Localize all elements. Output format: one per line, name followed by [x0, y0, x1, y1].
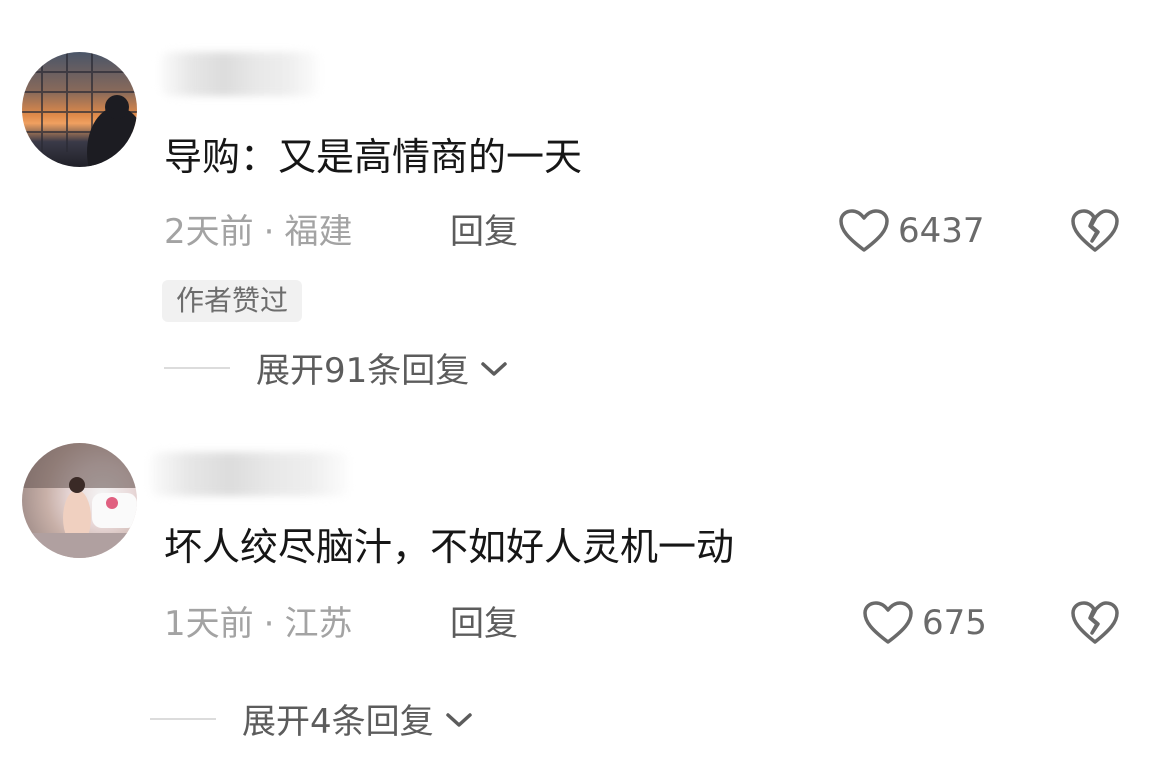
comment-location: 江苏 — [284, 604, 353, 644]
comment-meta: 1天前 · 江苏 — [164, 602, 352, 646]
meta-separator: · — [263, 604, 275, 644]
comment-time: 1天前 — [164, 604, 254, 644]
chevron-down-icon — [444, 699, 474, 739]
avatar-image — [22, 443, 137, 558]
avatar[interactable] — [22, 443, 137, 558]
dislike-button[interactable] — [1070, 600, 1120, 646]
expand-replies-label: 展开4条回复 — [242, 702, 434, 742]
like-count: 675 — [922, 603, 987, 643]
reply-button[interactable]: 回复 — [450, 602, 518, 646]
like-button[interactable]: 675 — [862, 600, 987, 646]
comment-item-2: 坏人绞尽脑汁，不如好人灵机一动 1天前 · 江苏 回复 675 展开4条回复 — [0, 0, 1155, 770]
broken-heart-icon — [1070, 600, 1120, 646]
heart-outline-icon — [862, 600, 914, 646]
comment-text: 坏人绞尽脑汁，不如好人灵机一动 — [164, 525, 735, 569]
divider-line — [150, 717, 216, 720]
expand-replies-button[interactable]: 展开4条回复 — [150, 694, 474, 743]
username-blurred[interactable] — [150, 452, 350, 496]
